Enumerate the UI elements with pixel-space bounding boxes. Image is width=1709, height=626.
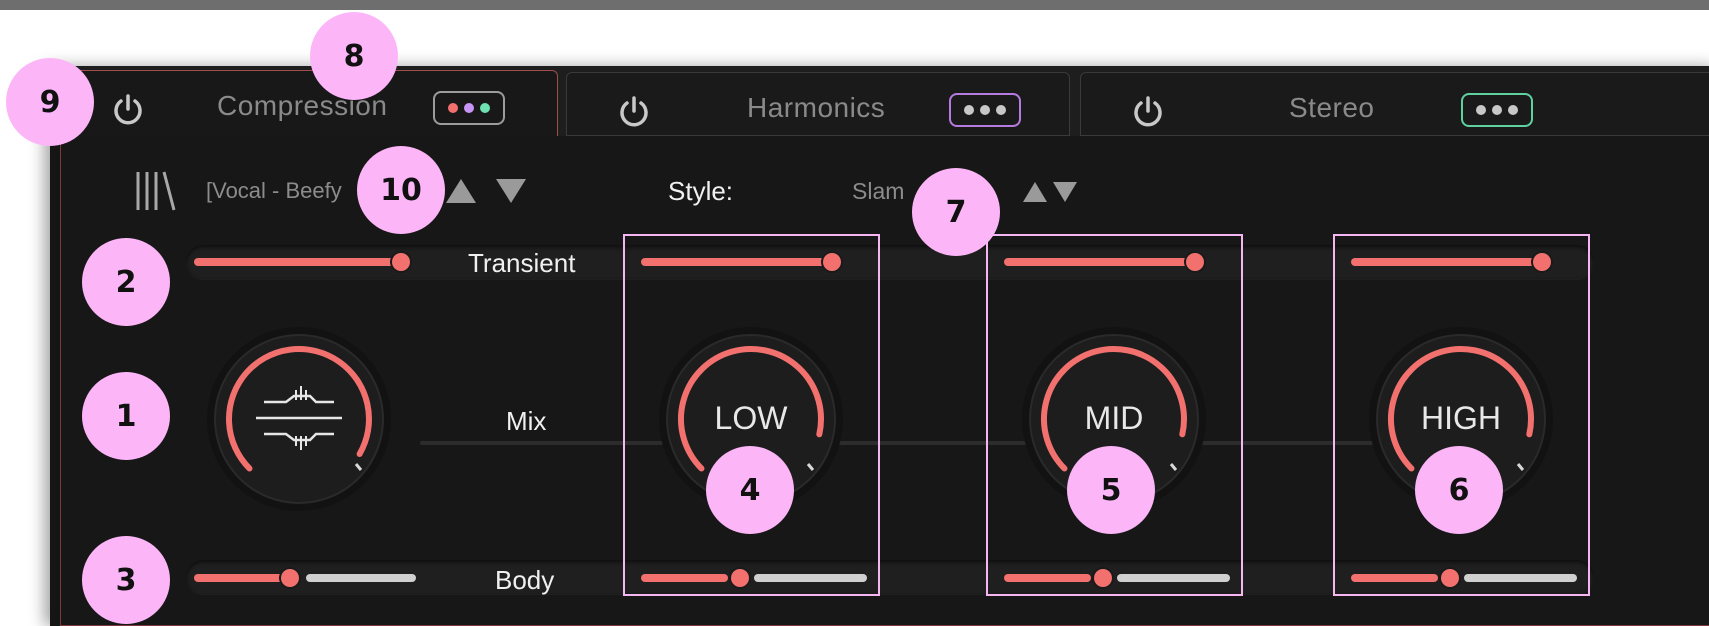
dot-icon (448, 103, 458, 113)
style-label: Style: (668, 176, 734, 206)
style-nav-arrows (1023, 182, 1077, 202)
callout-5: 5 (1067, 446, 1155, 534)
preset-nav-arrows (446, 179, 526, 203)
callout-7: 7 (912, 168, 1000, 256)
band-highlight-frame (1333, 234, 1590, 596)
compression-icon (256, 386, 342, 450)
callout-9: 9 (6, 58, 94, 146)
preset-next-icon[interactable] (496, 179, 526, 203)
callout-8: 8 (310, 12, 398, 100)
callout-10: 10 (357, 146, 445, 234)
tab-harmonics[interactable]: Harmonics (566, 72, 1070, 136)
mix-row-line (420, 441, 1420, 445)
power-icon[interactable] (1131, 95, 1165, 129)
mix-label: Mix (506, 406, 547, 436)
dot-icon (480, 103, 490, 113)
module-tab-strip: Compression Harmonics Stereo (50, 66, 1709, 138)
dot-icon (996, 105, 1006, 115)
dot-icon (1508, 105, 1518, 115)
dot-icon (1492, 105, 1502, 115)
module-menu-button[interactable] (949, 93, 1021, 127)
module-menu-button[interactable] (433, 91, 505, 125)
slider-thumb[interactable] (281, 569, 299, 587)
band-highlight-frame (986, 234, 1243, 596)
callout-2: 2 (82, 238, 170, 326)
dot-icon (464, 103, 474, 113)
dot-icon (1476, 105, 1486, 115)
tab-label: Harmonics (747, 92, 886, 123)
dot-icon (964, 105, 974, 115)
band-highlight-frame (623, 234, 880, 596)
module-menu-button[interactable] (1461, 93, 1533, 127)
tab-stereo[interactable]: Stereo (1080, 72, 1709, 136)
body-label: Body (495, 565, 555, 595)
callout-6: 6 (1415, 446, 1503, 534)
preset-library-icon[interactable] (134, 168, 178, 214)
tab-label: Stereo (1289, 92, 1375, 123)
style-next-icon[interactable] (1053, 182, 1077, 202)
style-value[interactable]: Slam (852, 178, 904, 205)
callout-1: 1 (82, 372, 170, 460)
callout-4: 4 (706, 446, 794, 534)
power-icon[interactable] (617, 95, 651, 129)
transient-label: Transient (468, 248, 576, 278)
slider-thumb[interactable] (392, 253, 410, 271)
callout-3: 3 (82, 536, 170, 624)
power-icon[interactable] (111, 93, 145, 127)
top-bar (0, 0, 1709, 10)
slider-rest (306, 574, 416, 582)
preset-prev-icon[interactable] (446, 179, 476, 203)
dot-icon (980, 105, 990, 115)
preset-name[interactable]: [Vocal - Beefy (206, 178, 342, 204)
tab-compression[interactable]: Compression (60, 70, 558, 138)
slider-fill (194, 258, 400, 266)
slider-fill (194, 574, 284, 582)
style-prev-icon[interactable] (1023, 182, 1047, 202)
